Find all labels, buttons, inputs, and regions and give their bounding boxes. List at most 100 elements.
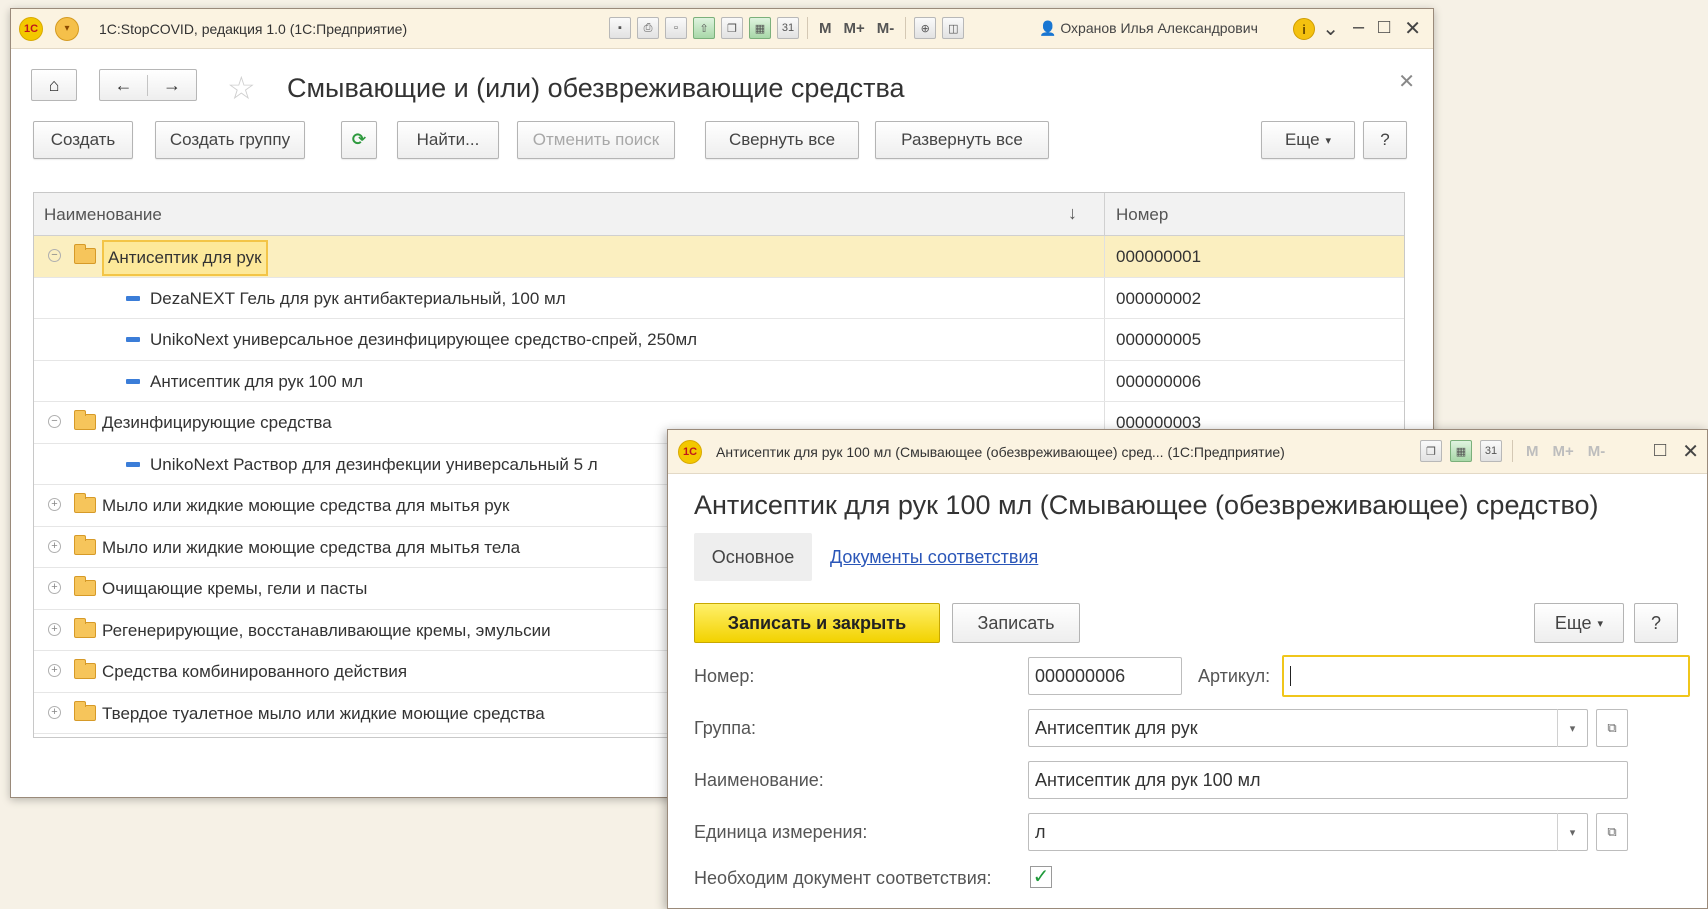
- table-row-item[interactable]: DezaNEXT Гель для рук антибактериальный,…: [34, 277, 1404, 319]
- doc-required-checkbox[interactable]: ✓: [1030, 866, 1052, 888]
- name-field[interactable]: Антисептик для рук 100 мл: [1028, 761, 1628, 799]
- table-row-item[interactable]: UnikoNext универсальное дезинфицирующее …: [34, 319, 1404, 361]
- row-number: 000000001: [1116, 247, 1202, 266]
- user-name[interactable]: 👤 Охранов Илья Александрович: [1039, 20, 1258, 37]
- expand-icon[interactable]: +: [48, 498, 61, 511]
- column-name-header[interactable]: Наименование: [44, 205, 162, 225]
- save-icon[interactable]: ▪: [609, 17, 631, 39]
- dialog-window-title: Антисептик для рук 100 мл (Смывающее (об…: [716, 444, 1285, 460]
- table-row-group[interactable]: − Антисептик для рук 000000001: [34, 236, 1404, 278]
- expand-icon[interactable]: +: [48, 622, 61, 636]
- row-name: UnikoNext универсальное дезинфицирующее …: [150, 330, 698, 349]
- close-icon[interactable]: ✕: [1398, 69, 1415, 94]
- memory-m-button[interactable]: M: [1523, 443, 1542, 460]
- dialog-help-button[interactable]: ?: [1634, 603, 1678, 643]
- calculator-icon[interactable]: ▦: [749, 17, 771, 39]
- zoom-icon[interactable]: ⊕: [914, 17, 937, 39]
- print-icon[interactable]: ⎙: [637, 17, 659, 39]
- star-icon[interactable]: ☆: [227, 69, 256, 107]
- cell-divider: [1104, 236, 1105, 277]
- group-label: Группа:: [694, 718, 757, 738]
- chevron-down-icon: ▾: [1597, 617, 1604, 630]
- refresh-icon[interactable]: ⟳: [341, 121, 377, 159]
- create-button[interactable]: Создать: [33, 121, 133, 159]
- upload-icon[interactable]: ⇧: [693, 17, 715, 39]
- back-arrow-icon[interactable]: ←: [100, 74, 148, 96]
- sort-arrow-icon: ↓: [1068, 203, 1077, 223]
- close-window-icon[interactable]: ✕: [1404, 16, 1421, 41]
- cancel-search-button[interactable]: Отменить поиск: [517, 121, 675, 159]
- text-cursor: [1290, 666, 1291, 687]
- number-field[interactable]: 000000006: [1028, 657, 1182, 695]
- home-icon[interactable]: ⌂: [31, 69, 77, 101]
- expand-icon[interactable]: +: [48, 581, 61, 594]
- column-number-header[interactable]: Номер: [1116, 205, 1168, 225]
- row-name: Твердое туалетное мыло или жидкие моющие…: [102, 703, 545, 723]
- calendar-icon[interactable]: 31: [777, 17, 799, 39]
- article-field[interactable]: [1282, 655, 1690, 697]
- memory-m-plus-button[interactable]: M+: [1550, 443, 1577, 460]
- article-label: Артикул:: [1198, 666, 1271, 686]
- more-button[interactable]: Еще ▾: [1261, 121, 1355, 159]
- close-window-icon[interactable]: ✕: [1682, 439, 1699, 464]
- help-button[interactable]: ?: [1363, 121, 1407, 159]
- create-group-button[interactable]: Создать группу: [155, 121, 305, 159]
- row-name: Регенерирующие, восстанавливающие кремы,…: [102, 620, 551, 640]
- copy-to-clipboard-icon[interactable]: ❐: [1420, 440, 1442, 462]
- expand-all-button[interactable]: Развернуть все: [875, 121, 1049, 159]
- calendar-icon[interactable]: 31: [1480, 440, 1502, 462]
- collapse-icon[interactable]: −: [48, 415, 61, 428]
- info-icon[interactable]: i: [1293, 18, 1315, 40]
- dialog-more-label: Еще: [1554, 612, 1592, 633]
- save-and-close-button[interactable]: Записать и закрыть: [694, 603, 940, 643]
- memory-m-plus-button[interactable]: M+: [841, 20, 868, 37]
- expand-icon[interactable]: +: [48, 705, 61, 719]
- unit-label: Единица измерения:: [694, 822, 868, 842]
- folder-icon: [74, 659, 96, 679]
- dialog-more-button[interactable]: Еще ▾: [1534, 603, 1624, 643]
- panels-icon[interactable]: ◫: [942, 17, 965, 39]
- open-unit-icon[interactable]: ⧉: [1596, 813, 1628, 851]
- dropdown-arrow-icon[interactable]: ▾: [1557, 813, 1587, 851]
- expand-icon[interactable]: +: [48, 539, 61, 553]
- unit-field[interactable]: л ▾: [1028, 813, 1588, 851]
- item-icon: [126, 378, 140, 384]
- dropdown-arrow-icon[interactable]: ⌄: [1322, 16, 1339, 41]
- expand-icon[interactable]: +: [48, 664, 61, 677]
- group-value: Антисептик для рук: [1035, 718, 1198, 738]
- memory-m-minus-button[interactable]: M-: [874, 20, 898, 37]
- list-toolbar: Создать Создать группу ⟳ Найти... Отмени…: [11, 121, 1433, 177]
- copy-to-clipboard-icon[interactable]: ❐: [721, 17, 743, 39]
- maximize-icon[interactable]: □: [1654, 439, 1666, 464]
- cell-divider: [1104, 319, 1105, 360]
- cell-divider: [1104, 277, 1105, 318]
- save-button[interactable]: Записать: [952, 603, 1080, 643]
- table-row-item[interactable]: Антисептик для рук 100 мл 000000006: [34, 360, 1404, 402]
- maximize-icon[interactable]: □: [1378, 16, 1390, 41]
- more-label: Еще: [1284, 130, 1320, 149]
- row-number: 000000002: [1116, 288, 1202, 308]
- group-field[interactable]: Антисептик для рук ▾: [1028, 709, 1588, 747]
- user-name-label: Охранов Илья Александрович: [1060, 20, 1258, 36]
- minimize-icon[interactable]: –: [1353, 16, 1364, 41]
- app-title: 1С:StopCOVID, редакция 1.0 (1С:Предприят…: [99, 20, 408, 37]
- doc-required-label: Необходим документ соответствия:: [694, 868, 992, 888]
- memory-m-button[interactable]: M: [816, 20, 835, 37]
- find-button[interactable]: Найти...: [397, 121, 499, 159]
- toolbar-divider: [807, 17, 808, 39]
- collapse-all-button[interactable]: Свернуть все: [705, 121, 859, 159]
- dropdown-arrow-icon[interactable]: ▾: [1557, 709, 1587, 747]
- page-title: Смывающие и (или) обезвреживающие средст…: [287, 73, 905, 103]
- calculator-icon[interactable]: ▦: [1450, 440, 1472, 462]
- main-menu-icon[interactable]: ▾: [55, 16, 79, 41]
- tab-compliance-documents[interactable]: Документы соответствия: [830, 547, 1038, 568]
- open-group-icon[interactable]: ⧉: [1596, 709, 1628, 747]
- collapse-icon[interactable]: −: [48, 249, 61, 262]
- forward-arrow-icon[interactable]: →: [148, 75, 196, 96]
- memory-m-minus-button[interactable]: M-: [1585, 443, 1609, 460]
- chevron-down-icon: ▾: [1325, 134, 1332, 147]
- preview-icon[interactable]: ▫: [665, 17, 687, 39]
- tab-main[interactable]: Основное: [694, 533, 812, 581]
- toolbar-divider: [1512, 440, 1513, 462]
- 1c-logo-icon: 1С: [19, 16, 43, 41]
